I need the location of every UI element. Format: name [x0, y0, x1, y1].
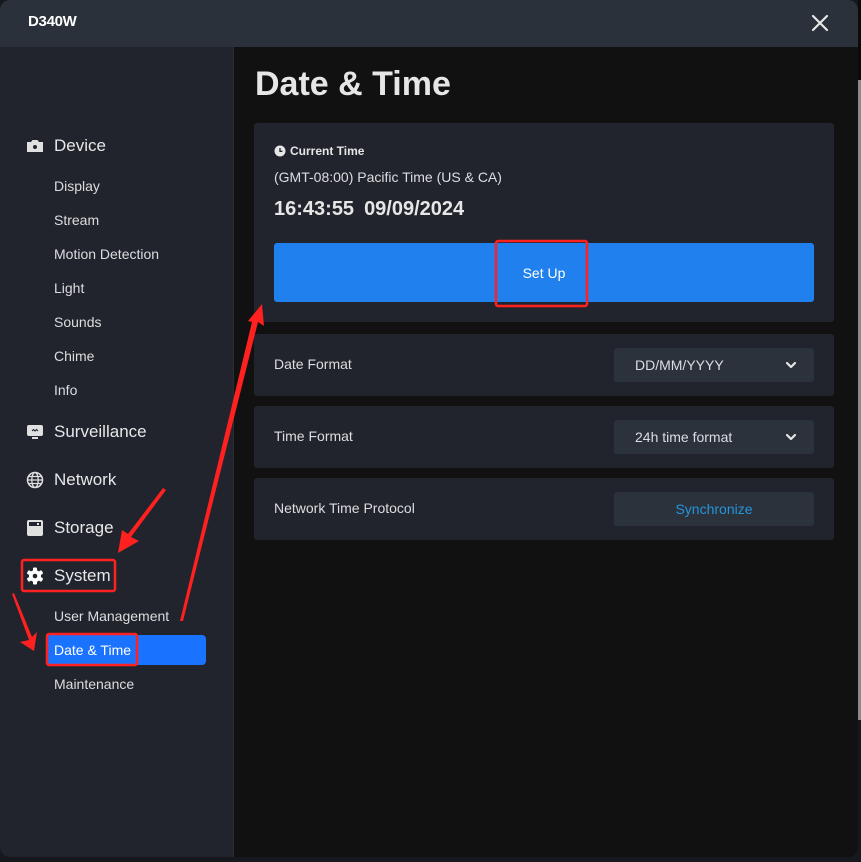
- current-time-heading-label: Current Time: [290, 144, 365, 158]
- current-date-value: 09/09/2024: [364, 198, 465, 220]
- time-format-value: 24h time format: [635, 429, 733, 445]
- sidebar-group-label: Surveillance: [54, 422, 147, 441]
- sidebar-group-label: System: [54, 566, 111, 585]
- sidebar-item-stream[interactable]: Stream: [46, 205, 206, 235]
- date-format-select[interactable]: DD/MM/YYYY: [614, 348, 814, 382]
- setup-button[interactable]: Set Up: [274, 243, 814, 302]
- sidebar-group-label: Network: [54, 470, 117, 489]
- app-title: D340W: [28, 13, 77, 30]
- sidebar-group-system[interactable]: System: [26, 562, 111, 590]
- sidebar-item-chime[interactable]: Chime: [46, 341, 206, 371]
- sidebar-item-date-time[interactable]: Date & Time: [46, 635, 206, 665]
- page-title: Date & Time: [255, 65, 451, 103]
- current-time-value: 16:43:55: [274, 198, 355, 220]
- main-content: Date & Time Current Time (GMT-08:00) Pac…: [235, 47, 858, 857]
- time-format-row: Time Format 24h time format: [254, 406, 834, 468]
- sidebar-group-storage[interactable]: Storage: [26, 514, 114, 542]
- title-bar: D340W: [0, 0, 858, 47]
- sidebar: Device Display Stream Motion Detection L…: [0, 47, 234, 857]
- sidebar-group-label: Storage: [54, 518, 114, 537]
- gear-icon: [26, 567, 44, 585]
- sidebar-group-device[interactable]: Device: [26, 132, 106, 160]
- current-time-card: Current Time (GMT-08:00) Pacific Time (U…: [254, 123, 834, 322]
- monitor-icon: [26, 423, 44, 441]
- chevron-down-icon: [785, 361, 797, 369]
- sidebar-group-surveillance[interactable]: Surveillance: [26, 418, 147, 446]
- sidebar-item-maintenance[interactable]: Maintenance: [46, 669, 206, 699]
- settings-modal: D340W Device Display Stream Motion Detec…: [0, 0, 858, 857]
- current-datetime: 16:43:55 09/09/2024: [274, 198, 464, 221]
- time-format-select[interactable]: 24h time format: [614, 420, 814, 454]
- close-icon: [811, 14, 829, 32]
- chevron-down-icon: [785, 433, 797, 441]
- sidebar-item-motion-detection[interactable]: Motion Detection: [46, 239, 206, 269]
- camera-icon: [26, 137, 44, 155]
- sidebar-group-network[interactable]: Network: [26, 466, 116, 494]
- ntp-row: Network Time Protocol Synchronize: [254, 478, 834, 540]
- ntp-label: Network Time Protocol: [274, 500, 415, 516]
- current-time-heading: Current Time: [274, 144, 364, 158]
- sidebar-item-sounds[interactable]: Sounds: [46, 307, 206, 337]
- synchronize-button[interactable]: Synchronize: [614, 492, 814, 526]
- sidebar-item-user-management[interactable]: User Management: [46, 601, 206, 631]
- date-format-row: Date Format DD/MM/YYYY: [254, 334, 834, 396]
- time-format-label: Time Format: [274, 428, 353, 444]
- timezone-text: (GMT-08:00) Pacific Time (US & CA): [274, 169, 502, 185]
- sidebar-item-info[interactable]: Info: [46, 375, 206, 405]
- storage-icon: [26, 519, 44, 537]
- sidebar-item-display[interactable]: Display: [46, 171, 206, 201]
- sidebar-group-label: Device: [54, 136, 106, 155]
- date-format-value: DD/MM/YYYY: [635, 357, 724, 373]
- date-format-label: Date Format: [274, 356, 352, 372]
- sidebar-item-light[interactable]: Light: [46, 273, 206, 303]
- globe-icon: [26, 471, 44, 489]
- clock-icon: [274, 145, 286, 157]
- close-button[interactable]: [808, 11, 832, 35]
